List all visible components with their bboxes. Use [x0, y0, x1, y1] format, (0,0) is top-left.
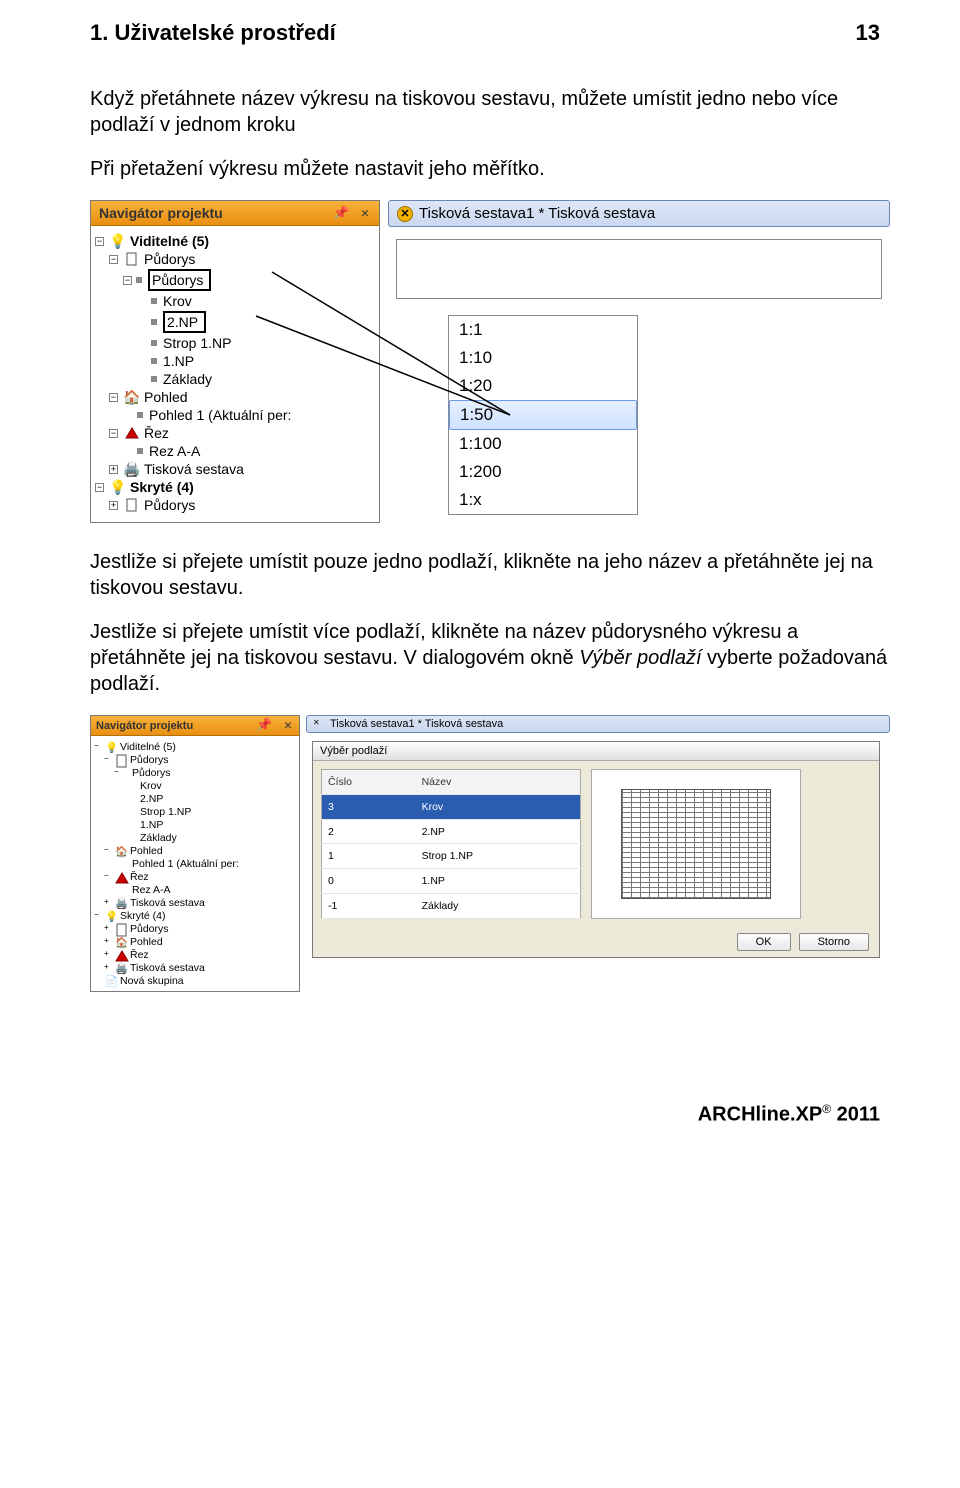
tree-pudorys-group[interactable]: Půdorys — [144, 251, 195, 267]
doc-icon — [124, 498, 140, 512]
plan-thumbnail — [621, 789, 771, 899]
tab-label-2: Tisková sestava1 * Tisková sestava — [330, 718, 503, 730]
collapse-icon[interactable]: − — [109, 255, 118, 264]
navigator-tree[interactable]: − 💡 Viditelné (5) − Půdorys − Půdorys Kr… — [91, 226, 379, 522]
tree-1np[interactable]: 1.NP — [163, 353, 194, 369]
bullet-icon — [136, 277, 142, 283]
doc-icon — [124, 252, 140, 266]
scale-option-1-50[interactable]: 1:50 — [449, 400, 637, 430]
printer-icon: 🖨️ — [124, 462, 140, 476]
scale-option-1-100[interactable]: 1:100 — [449, 430, 637, 458]
section-icon — [124, 426, 140, 440]
bullet-icon — [137, 412, 143, 418]
bullet-icon — [151, 358, 157, 364]
expand-icon[interactable]: + — [109, 501, 118, 510]
document-tab[interactable]: ✕ Tisková sestava1 * Tisková sestava — [388, 200, 890, 227]
scale-option-1-1[interactable]: 1:1 — [449, 316, 637, 344]
tree-skryte[interactable]: Skryté (4) — [130, 479, 194, 495]
screenshot-1: Navigátor projektu 📌 ✕ − 💡 Viditelné (5)… — [90, 200, 890, 523]
navigator-titlebar-2[interactable]: Navigátor projektu 📌 ✕ — [91, 716, 299, 736]
collapse-icon[interactable]: − — [109, 429, 118, 438]
collapse-icon[interactable]: − — [109, 393, 118, 402]
paragraph-3: Jestliže si přejete umístit pouze jedno … — [90, 549, 890, 601]
screenshot-2: Navigátor projektu 📌 ✕ −💡Viditelné (5) −… — [90, 715, 890, 992]
col-number: Číslo — [322, 770, 416, 795]
floor-preview — [591, 769, 801, 919]
tab-close-icon[interactable]: ✕ — [397, 206, 413, 222]
page-footer: ARCHline.XP® 2011 — [90, 1102, 890, 1127]
tree-krov[interactable]: Krov — [163, 293, 192, 309]
tree-rez[interactable]: Řez — [144, 425, 169, 441]
tree-pohled[interactable]: Pohled — [144, 389, 188, 405]
table-row[interactable]: 3Krov — [322, 794, 581, 819]
collapse-icon[interactable]: − — [123, 276, 132, 285]
expand-icon[interactable]: + — [109, 465, 118, 474]
house-icon: 🏠 — [124, 390, 140, 404]
dialog-title: Výběr podlaží — [313, 742, 879, 761]
paragraph-1: Když přetáhnete název výkresu na tiskovo… — [90, 86, 890, 138]
floor-table[interactable]: Číslo Název 3Krov 22.NP 1Strop 1.NP 01.N… — [321, 769, 581, 919]
floor-select-dialog: Výběr podlaží Číslo Název 3Krov 22.NP 1S… — [312, 741, 880, 958]
navigator-panel-2: Navigátor projektu 📌 ✕ −💡Viditelné (5) −… — [90, 715, 300, 992]
collapse-icon[interactable]: − — [95, 237, 104, 246]
scale-option-1-x[interactable]: 1:x — [449, 486, 637, 514]
table-row[interactable]: 01.NP — [322, 869, 581, 894]
tree-reza[interactable]: Rez A-A — [149, 443, 200, 459]
scale-option-1-20[interactable]: 1:20 — [449, 372, 637, 400]
tree-2np[interactable]: 2.NP — [163, 311, 206, 333]
navigator-title-2: Navigátor projektu — [96, 720, 193, 732]
paragraph-2: Při přetažení výkresu můžete nastavit je… — [90, 156, 890, 182]
tab-label: Tisková sestava1 * Tisková sestava — [419, 205, 655, 222]
document-tab-2[interactable]: ✕ Tisková sestava1 * Tisková sestava — [306, 715, 890, 733]
drawing-canvas[interactable] — [396, 239, 882, 299]
tree-visible[interactable]: Viditelné (5) — [130, 233, 209, 249]
collapse-icon[interactable]: − — [95, 483, 104, 492]
tree-tiskova[interactable]: Tisková sestava — [144, 461, 244, 477]
bullet-icon — [151, 340, 157, 346]
navigator-title: Navigátor projektu — [99, 205, 223, 221]
bulb-icon: 💡 — [110, 234, 126, 248]
navigator-tree-2[interactable]: −💡Viditelné (5) −Půdorys −Půdorys Krov 2… — [91, 736, 299, 991]
tree-pudorys[interactable]: Půdorys — [148, 269, 211, 291]
paragraph-4: Jestliže si přejete umístit více podlaží… — [90, 619, 890, 697]
tree-pudorys2[interactable]: Půdorys — [144, 497, 195, 513]
tree-strop[interactable]: Strop 1.NP — [163, 335, 231, 351]
navigator-titlebar[interactable]: Navigátor projektu 📌 ✕ — [91, 201, 379, 226]
tree-zaklady[interactable]: Základy — [163, 371, 212, 387]
tree-pohled1[interactable]: Pohled 1 (Aktuální per: — [149, 407, 291, 423]
pin-and-close-icons[interactable]: 📌 ✕ — [333, 206, 371, 221]
bullet-icon — [151, 319, 157, 325]
scale-option-1-200[interactable]: 1:200 — [449, 458, 637, 486]
bullet-icon — [151, 298, 157, 304]
navigator-panel: Navigátor projektu 📌 ✕ − 💡 Viditelné (5)… — [90, 200, 380, 523]
bulb-off-icon: 💡 — [110, 480, 126, 494]
section-title: 1. Uživatelské prostředí — [90, 20, 336, 46]
col-name: Název — [416, 770, 581, 795]
pin-close-icons-2[interactable]: 📌 ✕ — [256, 718, 294, 733]
bullet-icon — [137, 448, 143, 454]
tab-close-icon-2[interactable]: ✕ — [313, 718, 325, 730]
scale-option-1-10[interactable]: 1:10 — [449, 344, 637, 372]
scale-dropdown[interactable]: 1:1 1:10 1:20 1:50 1:100 1:200 1:x — [448, 315, 638, 515]
ok-button[interactable]: OK — [737, 933, 791, 951]
bullet-icon — [151, 376, 157, 382]
cancel-button[interactable]: Storno — [799, 933, 869, 951]
table-row[interactable]: 22.NP — [322, 819, 581, 844]
page-number: 13 — [856, 20, 890, 46]
table-row[interactable]: 1Strop 1.NP — [322, 844, 581, 869]
table-row[interactable]: -1Základy — [322, 894, 581, 919]
